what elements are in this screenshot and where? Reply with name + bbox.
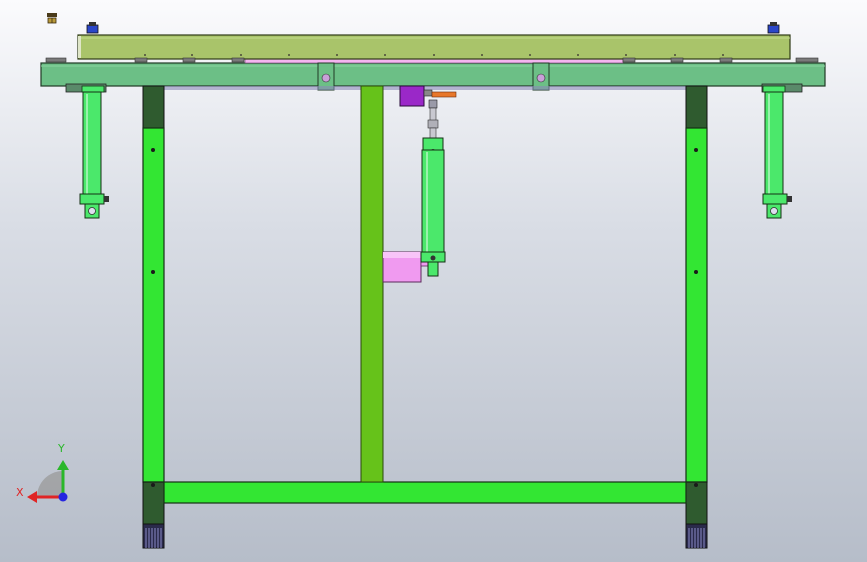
right-lift-cylinder[interactable] (761, 83, 803, 219)
bottom-crossbar[interactable] (163, 481, 687, 504)
guide-bushing-right[interactable] (532, 62, 550, 91)
foot-left[interactable] (142, 523, 165, 549)
center-post[interactable] (360, 85, 384, 483)
leg-right[interactable] (685, 85, 708, 525)
guide-bushing-left[interactable] (317, 62, 335, 91)
leg-left[interactable] (142, 85, 165, 525)
foot-right[interactable] (685, 523, 708, 549)
y-axis-label: Y (58, 442, 65, 455)
assembly-drawing[interactable] (0, 0, 867, 562)
center-air-cylinder[interactable] (399, 85, 457, 277)
z-axis-dot (58, 492, 68, 502)
cad-graphics-area[interactable]: Y X (0, 0, 867, 562)
left-lift-cylinder[interactable] (65, 83, 109, 219)
coordinate-triad (27, 460, 69, 503)
locating-nut-right[interactable] (767, 22, 780, 34)
x-axis-label: X (16, 486, 24, 499)
locating-nut-left[interactable] (86, 22, 99, 34)
